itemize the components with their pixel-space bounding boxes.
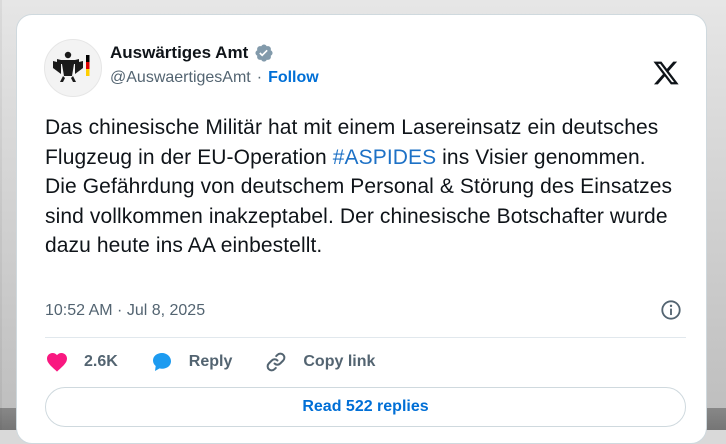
tweet-card: Auswärtiges Amt @AuswaertigesAmt · Follo… <box>16 14 707 444</box>
avatar[interactable] <box>44 39 102 97</box>
info-icon[interactable] <box>660 299 682 321</box>
author-handle-row: @AuswaertigesAmt · Follow <box>110 69 319 87</box>
hashtag-link[interactable]: #ASPIDES <box>333 146 437 169</box>
tweet-text: Das chinesische Militär hat mit einem La… <box>45 113 675 261</box>
federal-eagle-logo <box>53 51 90 82</box>
divider <box>45 337 686 338</box>
reply-label: Reply <box>188 353 233 370</box>
tweet-timestamp[interactable]: 10:52 AM · Jul 8, 2025 <box>45 302 205 320</box>
like-button[interactable]: 2.6K <box>45 350 118 374</box>
heart-icon <box>47 353 67 372</box>
x-logo-icon[interactable] <box>652 59 680 87</box>
author-name-row: Auswärtiges Amt <box>110 43 274 63</box>
copy-link-label: Copy link <box>303 353 376 370</box>
separator-dot: · <box>256 69 263 86</box>
verified-badge-icon <box>254 43 274 63</box>
reply-button[interactable]: Reply <box>150 350 233 374</box>
action-bar: 2.6K Reply Copy link <box>45 350 407 374</box>
link-icon <box>267 352 286 372</box>
tweet-header: Auswärtiges Amt @AuswaertigesAmt · Follo… <box>44 39 706 97</box>
read-replies-button[interactable]: Read 522 replies <box>45 387 686 427</box>
author-name[interactable]: Auswärtiges Amt <box>110 43 248 63</box>
speech-bubble-icon <box>152 353 171 371</box>
follow-button[interactable]: Follow <box>268 69 319 87</box>
like-count: 2.6K <box>84 353 118 370</box>
author-handle[interactable]: @AuswaertigesAmt <box>110 69 251 87</box>
copy-link-button[interactable]: Copy link <box>264 350 375 374</box>
